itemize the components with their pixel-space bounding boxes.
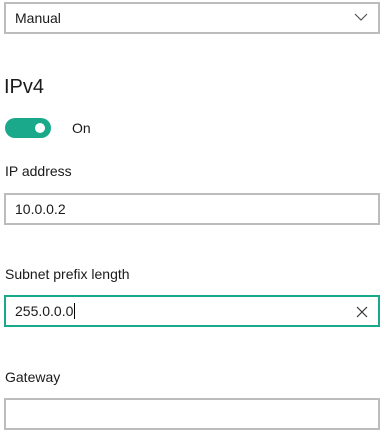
chevron-down-icon [354,13,368,21]
mode-select-value: Manual [15,10,61,26]
ipv4-section-title: IPv4 [4,76,45,98]
ip-settings-mode-select[interactable]: Manual [4,2,380,34]
subnet-prefix-length-input[interactable]: 255.0.0.0 [4,295,380,327]
gateway-label: Gateway [5,369,61,385]
subnet-value-wrapper: 255.0.0.0 [15,303,76,319]
toggle-knob [35,123,45,133]
ip-address-input[interactable]: 10.0.0.2 [4,193,380,225]
ip-address-value: 10.0.0.2 [15,201,66,217]
ip-address-label: IP address [5,163,72,179]
ipv4-toggle-state: On [72,120,91,136]
gateway-input[interactable] [4,398,380,430]
ipv4-toggle[interactable] [5,118,51,138]
text-caret [74,303,76,319]
subnet-value: 255.0.0.0 [15,303,74,319]
close-icon[interactable] [354,304,370,320]
subnet-prefix-length-label: Subnet prefix length [5,266,130,282]
